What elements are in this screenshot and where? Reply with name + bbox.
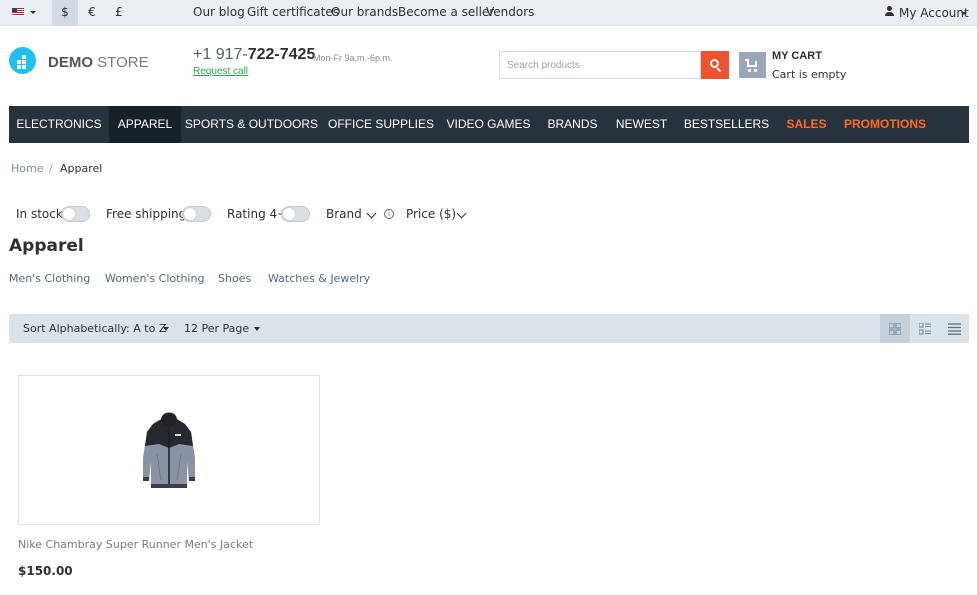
language-caret-icon[interactable] — [30, 11, 36, 14]
filter-rating-label: Rating 4+ — [227, 207, 288, 221]
filter-free-shipping-label: Free shipping — [106, 207, 187, 221]
subcategory-shoes[interactable]: Shoes — [218, 272, 251, 285]
us-flag-icon[interactable] — [12, 8, 24, 16]
compact-list-icon[interactable] — [939, 314, 969, 343]
nav-item-electronics[interactable]: ELECTRONICS — [9, 106, 109, 143]
working-hours: Mon-Fr 9a.m.-6p.m. — [313, 53, 393, 63]
list-view-icon[interactable] — [910, 314, 940, 343]
account-caret-icon[interactable] — [961, 12, 967, 15]
breadcrumb-home[interactable]: Home — [11, 162, 43, 175]
nav-item-promotions[interactable]: PROMOTIONS — [835, 106, 935, 143]
product-price: $150.00 — [18, 564, 73, 578]
product-name[interactable]: Nike Chambray Super Runner Men's Jacket — [18, 538, 253, 551]
filter-free-shipping-toggle[interactable] — [182, 206, 211, 222]
nav-item-bestsellers[interactable]: BESTSELLERS — [675, 106, 778, 143]
sort-caret-icon[interactable] — [163, 327, 169, 331]
store-logo[interactable]: DEMO STORE — [48, 54, 149, 71]
currency-usd[interactable]: $ — [52, 0, 78, 26]
subcategory-womens-clothing[interactable]: Women's Clothing — [105, 272, 204, 285]
page-title: Apparel — [9, 236, 84, 256]
search-button[interactable] — [701, 51, 729, 79]
filter-rating-toggle[interactable] — [281, 206, 310, 222]
top-link-become-seller[interactable]: Become a seller — [398, 5, 494, 19]
cart-title[interactable]: MY CART — [772, 50, 822, 62]
nav-item-sales[interactable]: SALES — [778, 106, 835, 143]
chevron-down-icon[interactable] — [366, 208, 377, 219]
cart-status: Cart is empty — [772, 68, 847, 81]
phone-number: +1 917-722-7425 — [193, 46, 316, 63]
product-card[interactable] — [18, 375, 320, 525]
breadcrumb-current: Apparel — [60, 162, 103, 175]
breadcrumb-separator: / — [49, 162, 53, 175]
filter-in-stock-toggle[interactable] — [61, 206, 90, 222]
subcategory-watches-jewelry[interactable]: Watches & Jewelry — [268, 272, 370, 285]
request-call-link[interactable]: Request call — [193, 66, 248, 77]
top-link-brands[interactable]: Our brands — [331, 5, 398, 19]
my-account-link[interactable]: My Account — [899, 6, 969, 20]
nav-item-sports-outdoors[interactable]: SPORTS & OUTDOORS — [181, 106, 322, 143]
filter-price-dropdown[interactable]: Price ($) — [406, 207, 456, 221]
nav-item-office-supplies[interactable]: OFFICE SUPPLIES — [322, 106, 440, 143]
sort-dropdown[interactable]: Sort Alphabetically: A to Z — [23, 322, 166, 335]
nav-item-newest[interactable]: NEWEST — [608, 106, 675, 143]
currency-eur[interactable]: € — [79, 0, 105, 26]
top-link-blog[interactable]: Our blog — [193, 5, 245, 19]
subcategory-mens-clothing[interactable]: Men's Clothing — [9, 272, 90, 285]
chevron-down-icon[interactable] — [456, 208, 467, 219]
user-icon[interactable] — [884, 6, 895, 18]
jacket-image[interactable] — [137, 410, 201, 492]
filter-in-stock-label: In stock — [16, 207, 63, 221]
logo-icon[interactable] — [9, 47, 36, 74]
nav-item-brands[interactable]: BRANDS — [537, 106, 608, 143]
cart-icon[interactable] — [739, 52, 766, 78]
nav-item-video-games[interactable]: VIDEO GAMES — [440, 106, 537, 143]
per-page-caret-icon[interactable] — [254, 327, 260, 331]
per-page-dropdown[interactable]: 12 Per Page — [184, 322, 249, 335]
filter-brand-dropdown[interactable]: Brand — [326, 207, 362, 221]
main-navigation: ELECTRONICS APPAREL SPORTS & OUTDOORS OF… — [9, 106, 969, 143]
search-input[interactable] — [499, 51, 701, 79]
top-link-vendors[interactable]: Vendors — [486, 5, 534, 19]
info-icon[interactable]: i — [384, 209, 394, 219]
currency-gbp[interactable]: £ — [106, 0, 132, 26]
top-link-gift-certificates[interactable]: Gift certificates — [247, 5, 339, 19]
nav-item-apparel[interactable]: APPAREL — [109, 106, 181, 143]
grid-view-icon[interactable] — [880, 314, 910, 343]
